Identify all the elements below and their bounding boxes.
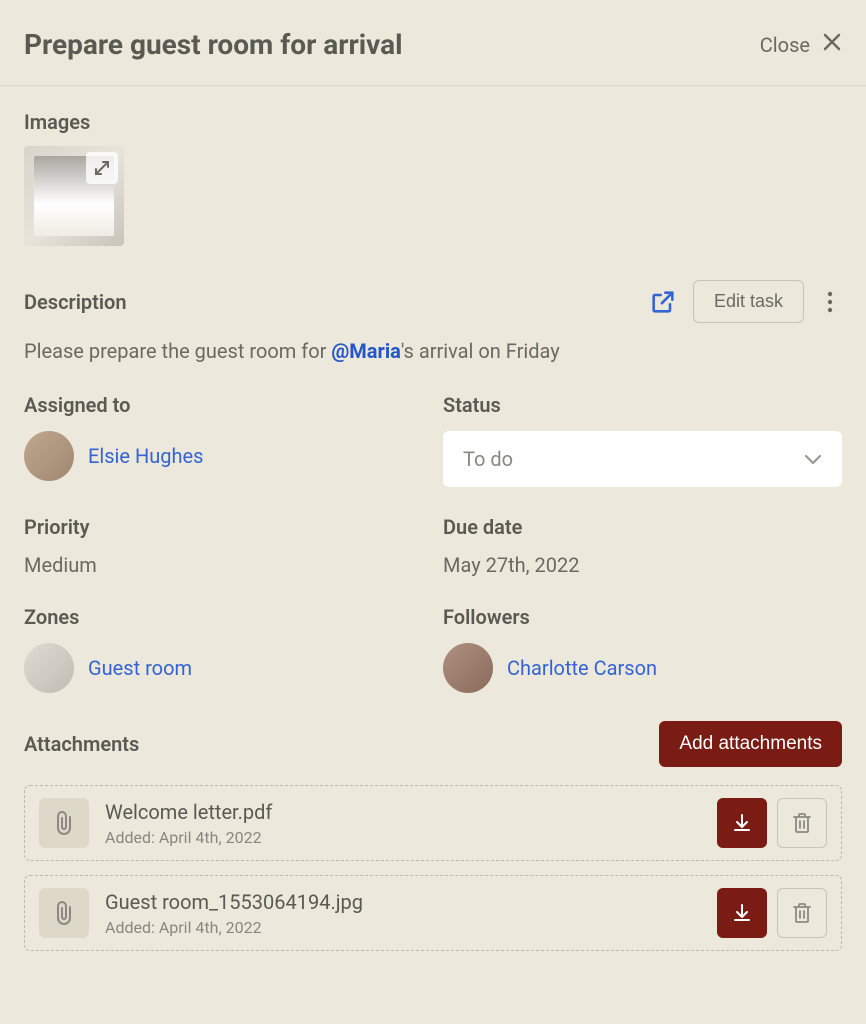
- attachment-name: Welcome letter.pdf: [105, 800, 701, 824]
- chevron-down-icon: [804, 453, 822, 465]
- status-label: Status: [443, 393, 842, 417]
- trash-icon: [791, 811, 813, 835]
- description-text: Please prepare the guest room for @Maria…: [24, 337, 842, 365]
- zones-field: Zones Guest room: [24, 605, 423, 693]
- due-date-label: Due date: [443, 515, 842, 539]
- followers-field: Followers Charlotte Carson: [443, 605, 842, 693]
- edit-task-button[interactable]: Edit task: [693, 280, 804, 323]
- open-external-button[interactable]: [647, 286, 679, 318]
- avatar: [443, 643, 493, 693]
- close-label: Close: [760, 33, 810, 57]
- avatar: [24, 431, 74, 481]
- description-label: Description: [24, 290, 127, 314]
- download-icon: [731, 812, 753, 834]
- paperclip-icon: [39, 798, 89, 848]
- attachment-name: Guest room_1553064194.jpg: [105, 890, 701, 914]
- kebab-icon: [827, 290, 833, 314]
- follower-item[interactable]: Charlotte Carson: [443, 643, 842, 693]
- more-options-button[interactable]: [818, 286, 842, 318]
- zone-item[interactable]: Guest room: [24, 643, 423, 693]
- trash-icon: [791, 901, 813, 925]
- external-link-icon: [649, 288, 677, 316]
- task-title: Prepare guest room for arrival: [24, 28, 403, 61]
- download-icicon: [731, 902, 753, 924]
- assigned-name: Elsie Hughes: [88, 444, 203, 468]
- image-thumbnail[interactable]: [24, 146, 124, 246]
- zone-thumbnail: [24, 643, 74, 693]
- delete-button[interactable]: [777, 798, 827, 848]
- attachment-row: Welcome letter.pdf Added: April 4th, 202…: [24, 785, 842, 861]
- followers-label: Followers: [443, 605, 842, 629]
- expand-icon[interactable]: [86, 152, 118, 184]
- close-icon: [822, 32, 842, 57]
- due-date-value: May 27th, 2022: [443, 553, 842, 577]
- close-button[interactable]: Close: [760, 32, 842, 57]
- attachment-row: Guest room_1553064194.jpg Added: April 4…: [24, 875, 842, 951]
- assigned-label: Assigned to: [24, 393, 423, 417]
- priority-label: Priority: [24, 515, 423, 539]
- mention[interactable]: @Maria: [331, 339, 400, 363]
- delete-button[interactable]: [777, 888, 827, 938]
- add-attachments-button[interactable]: Add attachments: [659, 721, 842, 767]
- paperclip-icon: [39, 888, 89, 938]
- zones-label: Zones: [24, 605, 423, 629]
- assigned-field: Assigned to Elsie Hughes: [24, 393, 423, 487]
- attachment-meta: Added: April 4th, 2022: [105, 918, 701, 937]
- attachment-meta: Added: April 4th, 2022: [105, 828, 701, 847]
- attachments-label: Attachments: [24, 732, 139, 756]
- priority-field: Priority Medium: [24, 515, 423, 577]
- due-date-field: Due date May 27th, 2022: [443, 515, 842, 577]
- task-header: Prepare guest room for arrival Close: [0, 0, 866, 86]
- follower-name: Charlotte Carson: [507, 656, 657, 680]
- download-button[interactable]: [717, 888, 767, 938]
- status-value: To do: [463, 447, 513, 471]
- status-select[interactable]: To do: [443, 431, 842, 487]
- priority-value: Medium: [24, 553, 423, 577]
- status-field: Status To do: [443, 393, 842, 487]
- zone-name: Guest room: [88, 656, 192, 680]
- assigned-person[interactable]: Elsie Hughes: [24, 431, 423, 481]
- download-button[interactable]: [717, 798, 767, 848]
- images-label: Images: [24, 110, 842, 134]
